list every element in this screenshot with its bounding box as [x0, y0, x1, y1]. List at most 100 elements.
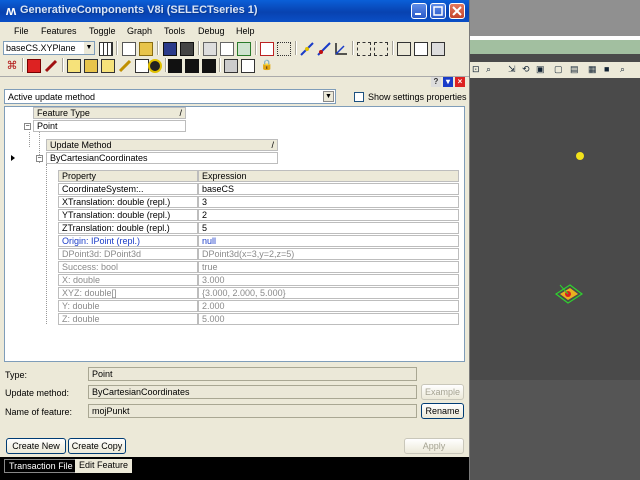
view-titlebar[interactable]: [470, 40, 640, 54]
property-name-cell[interactable]: Y: double: [58, 300, 198, 312]
menu-toggle[interactable]: Toggle: [89, 26, 116, 36]
graph-expand-icon[interactable]: [414, 42, 428, 56]
zoom-in-icon[interactable]: ⌕: [486, 64, 491, 75]
property-name-cell[interactable]: ZTranslation: double (repl.): [58, 222, 198, 234]
property-expression-cell[interactable]: 2.000: [198, 300, 459, 312]
toolbar-separator: [62, 58, 64, 72]
property-name-cell[interactable]: Success: bool: [58, 261, 198, 273]
pencil-icon[interactable]: [44, 59, 58, 73]
lock-icon[interactable]: 🔒: [260, 59, 274, 73]
graph-layout-icon[interactable]: [374, 42, 388, 56]
property-name-cell[interactable]: CoordinateSystem:..: [58, 183, 198, 195]
property-name-cell[interactable]: Z: double: [58, 313, 198, 325]
show-settings-checkbox[interactable]: [354, 92, 364, 102]
property-expression-cell[interactable]: 2: [198, 209, 459, 221]
camera-icon[interactable]: ⌕: [620, 64, 625, 75]
axis-tool-icon[interactable]: [334, 42, 348, 56]
export-icon[interactable]: [203, 42, 217, 56]
minimize-button[interactable]: [411, 3, 427, 19]
feature-name-input[interactable]: mojPunkt: [88, 404, 417, 418]
property-expression-cell[interactable]: true: [198, 261, 459, 273]
group-icon[interactable]: [84, 59, 98, 73]
apply-button[interactable]: Apply: [404, 438, 464, 454]
create-copy-button[interactable]: Create Copy: [68, 438, 126, 454]
chevron-down-icon[interactable]: ▼: [323, 91, 334, 102]
tab-transaction-file[interactable]: Transaction File: [4, 459, 78, 473]
point-tool-icon[interactable]: [317, 42, 331, 56]
record-icon[interactable]: [27, 59, 41, 73]
property-name-cell[interactable]: X: double: [58, 274, 198, 286]
cycle-icon[interactable]: [148, 59, 162, 73]
open-folder-icon[interactable]: [139, 42, 153, 56]
model-canvas[interactable]: [470, 78, 640, 378]
property-name-cell[interactable]: YTranslation: double (repl.): [58, 209, 198, 221]
table-icon[interactable]: [99, 42, 113, 56]
menu-tools[interactable]: Tools: [164, 26, 185, 36]
feature-a-icon[interactable]: [168, 59, 182, 73]
new-file-icon[interactable]: [122, 42, 136, 56]
surface-icon[interactable]: [241, 59, 255, 73]
property-name-cell[interactable]: DPoint3d: DPoint3d: [58, 248, 198, 260]
transaction-icon[interactable]: [260, 42, 274, 56]
collapse-method-icon[interactable]: −: [36, 155, 43, 162]
create-new-button[interactable]: Create New: [6, 438, 66, 454]
graph-tree-icon[interactable]: [397, 42, 411, 56]
frame-icon[interactable]: [135, 59, 149, 73]
help-icon[interactable]: ?: [431, 77, 441, 87]
point-marker[interactable]: [576, 152, 584, 160]
property-expression-cell[interactable]: 5: [198, 222, 459, 234]
view-attributes-icon[interactable]: ⊡: [472, 64, 480, 75]
select-icon[interactable]: [277, 42, 291, 56]
replicate-icon[interactable]: [101, 59, 115, 73]
fit-view-icon[interactable]: ⇲: [508, 64, 516, 75]
feature-c-icon[interactable]: [202, 59, 216, 73]
menu-file[interactable]: File: [14, 26, 29, 36]
maximize-button[interactable]: [430, 3, 446, 19]
feature-b-icon[interactable]: [185, 59, 199, 73]
property-name-cell[interactable]: Origin: IPoint (repl.): [58, 235, 198, 247]
menu-help[interactable]: Help: [236, 26, 255, 36]
update-method-value[interactable]: ByCartesianCoordinates: [46, 152, 278, 164]
graph-collapse-icon[interactable]: [431, 42, 445, 56]
graph-nodes-icon[interactable]: [357, 42, 371, 56]
view-window[interactable]: ⊡ ⌕ ⇲ ⟲ ▣ ▢ ▤ ▦ ■ ⌕: [470, 0, 640, 480]
property-expression-cell[interactable]: 3.000: [198, 274, 459, 286]
view-previous-icon[interactable]: ▤: [570, 64, 579, 75]
measure-icon[interactable]: [118, 59, 132, 73]
property-expression-cell[interactable]: DPoint3d(x=3,y=2,z=5): [198, 248, 459, 260]
property-name-cell[interactable]: XTranslation: double (repl.): [58, 196, 198, 208]
script-icon[interactable]: [220, 42, 234, 56]
solid-icon[interactable]: [224, 59, 238, 73]
symbol-icon[interactable]: [67, 59, 81, 73]
delete-icon[interactable]: ⌘: [5, 59, 19, 73]
save-as-icon[interactable]: [180, 42, 194, 56]
line-tool-icon[interactable]: [300, 42, 314, 56]
title-bar[interactable]: ʍ GenerativeComponents V8i (SELECTseries…: [0, 0, 469, 22]
close-button[interactable]: [449, 3, 465, 19]
feature-type-value[interactable]: Point: [33, 120, 186, 132]
window-area-icon[interactable]: ▢: [554, 64, 563, 75]
property-expression-cell[interactable]: 3: [198, 196, 459, 208]
property-expression-cell[interactable]: null: [198, 235, 459, 247]
property-expression-cell[interactable]: baseCS: [198, 183, 459, 195]
save-icon[interactable]: [163, 42, 177, 56]
rotate-icon[interactable]: ⟲: [522, 64, 530, 75]
toolbar-row-2: ⌘ 🔒: [0, 58, 469, 75]
panel-close-icon[interactable]: ×: [455, 77, 465, 87]
example-button[interactable]: Example: [421, 384, 464, 400]
property-expression-cell[interactable]: 5.000: [198, 313, 459, 325]
tab-edit-feature[interactable]: Edit Feature: [75, 459, 133, 473]
menu-features[interactable]: Features: [41, 26, 77, 36]
refresh-icon[interactable]: [237, 42, 251, 56]
dropdown-icon[interactable]: ▾: [443, 77, 453, 87]
menu-debug[interactable]: Debug: [198, 26, 225, 36]
rename-button[interactable]: Rename: [421, 403, 464, 419]
update-method-filter-select[interactable]: Active update method ▼: [4, 89, 336, 104]
shading-icon[interactable]: ■: [604, 64, 609, 74]
menu-graph[interactable]: Graph: [127, 26, 152, 36]
view-next-icon[interactable]: ▦: [588, 64, 597, 75]
collapse-feature-icon[interactable]: −: [24, 123, 31, 130]
property-expression-cell[interactable]: {3.000, 2.000, 5.000}: [198, 287, 459, 299]
pan-icon[interactable]: ▣: [536, 64, 545, 75]
property-name-cell[interactable]: XYZ: double[]: [58, 287, 198, 299]
